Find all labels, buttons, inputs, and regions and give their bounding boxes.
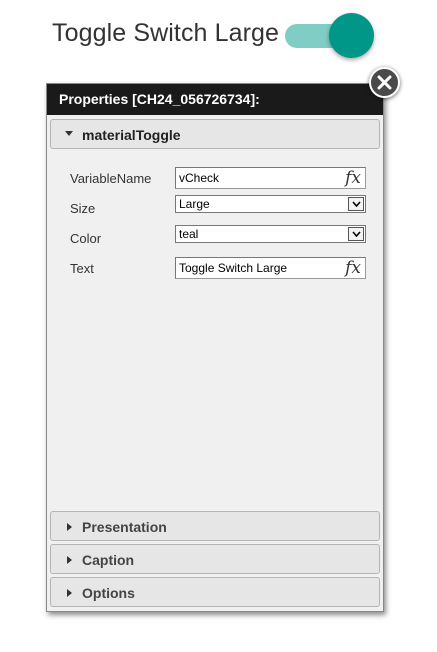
size-select[interactable]: Large (175, 195, 366, 213)
section-title: Caption (82, 552, 135, 568)
section-title: materialToggle (82, 127, 181, 143)
panel-title: Properties [CH24_056726734]: (47, 84, 383, 115)
close-button[interactable] (369, 67, 400, 98)
variable-name-value: vCheck (179, 171, 220, 185)
text-label: Text (70, 261, 94, 276)
size-value: Large (179, 197, 210, 211)
section-caption[interactable]: Caption (50, 544, 380, 574)
text-value: Toggle Switch Large (179, 261, 288, 275)
size-label: Size (70, 201, 96, 216)
close-icon (377, 75, 392, 90)
properties-panel: Properties [CH24_056726734]: materialTog… (46, 83, 384, 612)
chevron-down-icon[interactable] (348, 197, 364, 211)
color-label: Color (70, 231, 102, 246)
color-select[interactable]: teal (175, 225, 366, 243)
triangle-down-icon (65, 131, 73, 136)
color-value: teal (179, 227, 199, 241)
toggle-thumb[interactable] (329, 13, 374, 58)
toggle-preview: Toggle Switch Large (0, 0, 437, 75)
chevron-down-icon[interactable] (348, 227, 364, 241)
section-title: Options (82, 585, 135, 601)
fx-icon[interactable]: fx (345, 258, 361, 278)
section-options[interactable]: Options (50, 577, 380, 607)
variable-name-field[interactable]: vCheck fx (175, 167, 366, 189)
variable-name-label: VariableName (70, 171, 152, 186)
triangle-right-icon (67, 589, 72, 597)
triangle-right-icon (67, 523, 72, 531)
triangle-right-icon (67, 556, 72, 564)
fx-icon[interactable]: fx (345, 168, 361, 188)
section-presentation[interactable]: Presentation (50, 511, 380, 541)
section-title: Presentation (82, 519, 167, 535)
section-material-toggle[interactable]: materialToggle (50, 119, 380, 149)
toggle-label: Toggle Switch Large (52, 19, 280, 47)
text-field[interactable]: Toggle Switch Large fx (175, 257, 366, 279)
